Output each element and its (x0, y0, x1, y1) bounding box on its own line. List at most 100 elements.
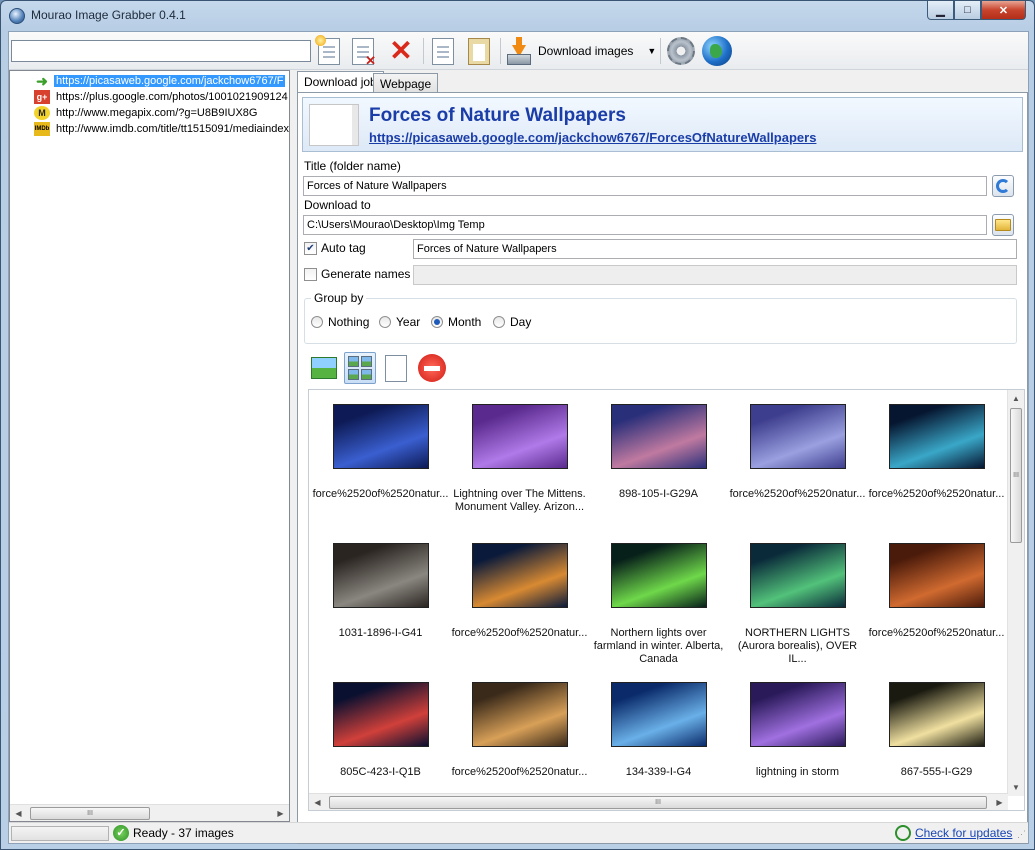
download-images-label: Download images (538, 44, 634, 58)
radio-icon (311, 316, 323, 328)
auto-tag-checkbox[interactable]: ✔ Auto tag (304, 241, 366, 255)
download-to-field[interactable] (303, 215, 987, 235)
thumbnails-icon (348, 356, 372, 380)
thumbnail-image[interactable] (889, 543, 985, 608)
tree-item[interactable]: g+ https://plus.google.com/photos/100102… (34, 89, 289, 105)
toolbar-separator (500, 38, 501, 64)
thumbnail-image[interactable] (472, 404, 568, 469)
gallery-item[interactable]: Northern lights over farmland in winter.… (589, 529, 728, 665)
thumbnail-image[interactable] (750, 682, 846, 747)
remove-job-button[interactable]: ✕ (349, 35, 377, 67)
gallery-item[interactable]: force%2520of%2520natur... (450, 529, 589, 664)
maximize-button[interactable]: □ (954, 1, 981, 20)
scroll-right-icon[interactable]: ▶ (272, 805, 289, 821)
website-button[interactable] (700, 35, 734, 67)
check-for-updates-link[interactable]: Check for updates (915, 826, 1012, 840)
scroll-thumb[interactable]: III (1010, 408, 1022, 543)
browse-folder-button[interactable] (992, 214, 1014, 236)
job-title: Forces of Nature Wallpapers (369, 105, 626, 126)
settings-button[interactable] (665, 35, 697, 67)
globe-icon (702, 36, 732, 66)
radio-day[interactable]: Day (493, 315, 531, 329)
title-bar[interactable]: Mourao Image Grabber 0.4.1 ▁ □ ✕ (1, 1, 1034, 31)
scroll-left-icon[interactable]: ◀ (309, 794, 326, 810)
title-field[interactable] (303, 176, 987, 196)
refresh-icon (996, 179, 1010, 193)
scroll-left-icon[interactable]: ◀ (10, 805, 27, 821)
radio-nothing[interactable]: Nothing (311, 315, 369, 329)
gallery-item[interactable]: 867-555-I-G29 (867, 668, 1006, 803)
google-plus-icon: g+ (34, 90, 50, 104)
job-list-tree[interactable]: ➜ https://picasaweb.google.com/jackchow6… (9, 70, 290, 822)
radio-selected-icon (431, 316, 443, 328)
minimize-button[interactable]: ▁ (927, 1, 954, 20)
thumbnail-image[interactable] (611, 404, 707, 469)
toolbar-separator (423, 38, 424, 64)
tree-horizontal-scrollbar[interactable]: ◀ III ▶ (10, 804, 289, 821)
progress-bar (11, 826, 109, 841)
scroll-right-icon[interactable]: ▶ (991, 794, 1008, 810)
refresh-title-button[interactable] (992, 175, 1014, 197)
gallery-item[interactable]: force%2520of%2520natur... (867, 529, 1006, 664)
gallery-item[interactable]: NORTHERN LIGHTS (Aurora borealis), OVER … (728, 529, 867, 665)
thumbnail-image[interactable] (611, 543, 707, 608)
gallery-item[interactable]: lightning in storm (728, 668, 867, 803)
tree-item[interactable]: IMDb http://www.imdb.com/title/tt1515091… (34, 121, 289, 137)
window-title: Mourao Image Grabber 0.4.1 (31, 8, 186, 22)
tree-item[interactable]: ➜ https://picasaweb.google.com/jackchow6… (34, 73, 289, 89)
main-toolbar: ✕ ✕ Download images ▼ (9, 32, 1028, 70)
list-view-button[interactable] (380, 352, 412, 384)
thumbnail-image[interactable] (472, 543, 568, 608)
scroll-thumb[interactable]: III (329, 796, 987, 809)
clear-button[interactable]: ✕ (385, 35, 417, 67)
gallery-item[interactable]: 805C-423-I-Q1B (311, 668, 450, 803)
chevron-down-icon[interactable]: ▼ (647, 46, 656, 56)
job-url-link[interactable]: https://picasaweb.google.com/jackchow676… (369, 130, 816, 145)
gallery-item[interactable]: Lightning over The Mittens. Monument Val… (450, 390, 589, 525)
gallery-item[interactable]: 898-105-I-G29A (589, 390, 728, 525)
tab-download-job[interactable]: Download job (297, 71, 384, 93)
close-button[interactable]: ✕ (981, 1, 1026, 20)
scroll-down-icon[interactable]: ▼ (1008, 779, 1024, 796)
resize-grip-icon[interactable]: ⋰ (1017, 829, 1026, 840)
stop-button[interactable] (416, 352, 448, 384)
thumbnail-image[interactable] (333, 543, 429, 608)
gallery-item[interactable]: 134-339-I-G4 (589, 668, 728, 803)
thumbnail-image[interactable] (889, 404, 985, 469)
thumbnail-image[interactable] (750, 543, 846, 608)
paste-button[interactable] (465, 35, 493, 67)
radio-month[interactable]: Month (431, 315, 481, 329)
new-job-button[interactable] (315, 34, 343, 67)
download-images-button[interactable]: Download images ▼ (506, 35, 656, 67)
copy-button[interactable] (429, 35, 457, 67)
thumbnail-caption: NORTHERN LIGHTS (Aurora borealis), OVER … (737, 627, 858, 665)
gallery-horizontal-scrollbar[interactable]: ◀ III ▶ (309, 793, 1008, 810)
thumbnail-image[interactable] (472, 682, 568, 747)
thumbnail-image[interactable] (611, 682, 707, 747)
image-gallery[interactable]: force%2520of%2520natur... Lightning over … (308, 389, 1025, 811)
auto-tag-field[interactable] (413, 239, 1017, 259)
radio-year[interactable]: Year (379, 315, 420, 329)
url-input[interactable] (11, 40, 311, 62)
thumbnail-image[interactable] (750, 404, 846, 469)
scroll-thumb[interactable]: III (30, 807, 150, 820)
gallery-vertical-scrollbar[interactable]: ▲ III ▼ (1007, 390, 1024, 796)
scroll-up-icon[interactable]: ▲ (1008, 390, 1024, 407)
thumbnail-image[interactable] (333, 404, 429, 469)
gallery-item[interactable]: 1031-1896-I-G41 (311, 529, 450, 664)
clipboard-icon (468, 37, 490, 65)
gallery-item[interactable]: force%2520of%2520natur... (867, 390, 1006, 525)
delete-document-icon: ✕ (352, 37, 376, 67)
generate-names-checkbox[interactable]: Generate names (304, 267, 410, 281)
thumbnail-image[interactable] (889, 682, 985, 747)
tab-webpage[interactable]: Webpage (373, 73, 439, 94)
grid-view-button[interactable] (344, 352, 376, 384)
tree-item[interactable]: M http://www.megapix.com/?g=U8B9IUX8G (34, 105, 289, 121)
thumbnail-image[interactable] (333, 682, 429, 747)
gallery-item[interactable]: force%2520of%2520natur... (450, 668, 589, 803)
gallery-item[interactable]: force%2520of%2520natur... (728, 390, 867, 525)
single-view-button[interactable] (308, 352, 340, 384)
document-icon (432, 37, 454, 65)
checkbox-unchecked-icon (304, 267, 317, 281)
gallery-item[interactable]: force%2520of%2520natur... (311, 390, 450, 525)
